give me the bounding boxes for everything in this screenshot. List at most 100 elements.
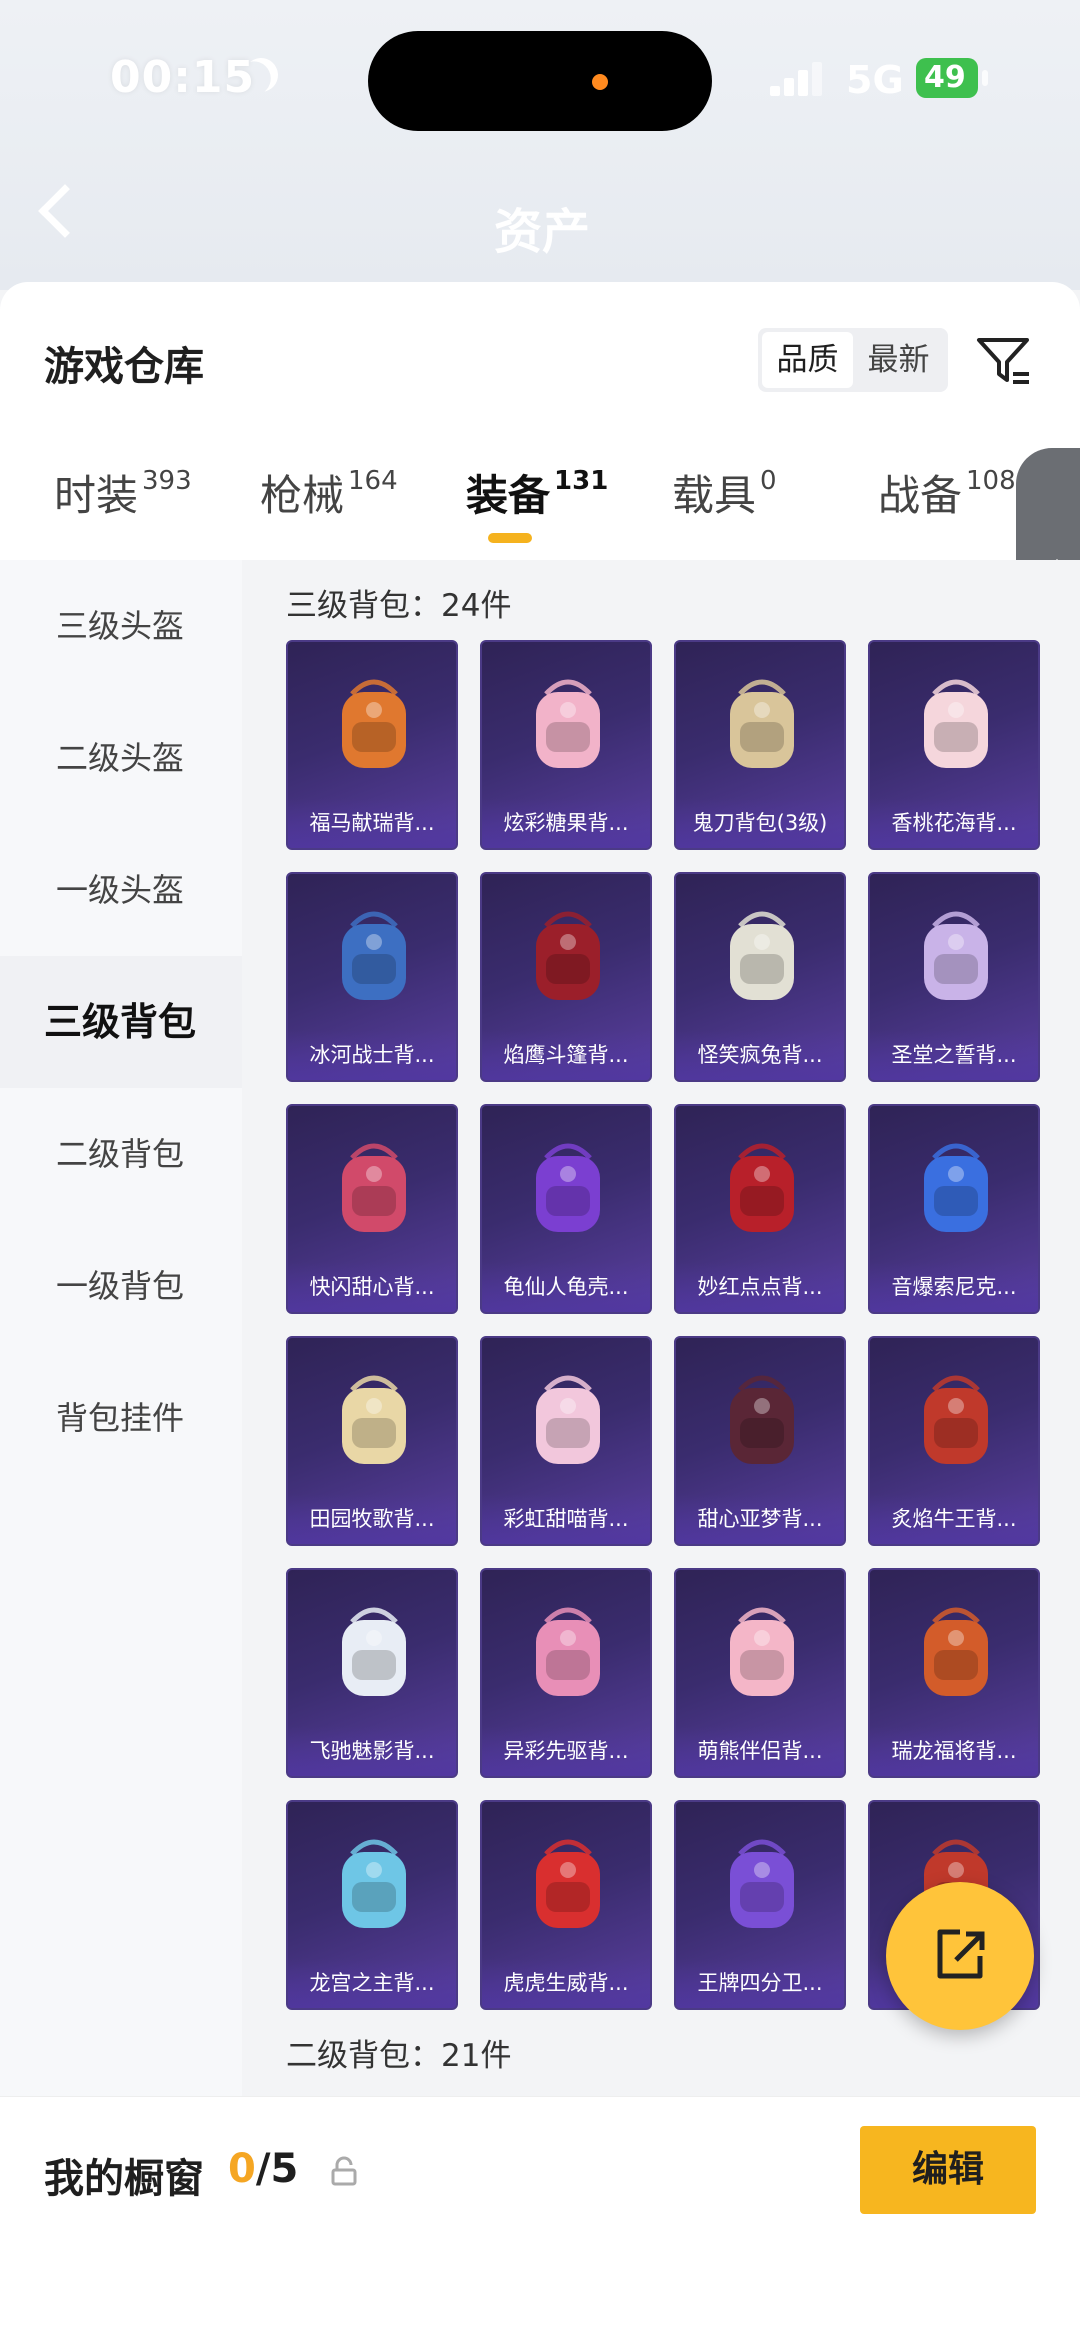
tab-guns[interactable]: 枪械 164 bbox=[260, 462, 398, 523]
showcase-label: 我的橱窗 bbox=[44, 2156, 204, 2202]
item-name: 鬼刀背包(3级) bbox=[676, 798, 844, 848]
donut-backpack-icon bbox=[536, 679, 600, 768]
item-card[interactable]: 圣堂之誓背... bbox=[868, 872, 1040, 1082]
item-card[interactable]: 彩虹甜喵背... bbox=[480, 1336, 652, 1546]
bull-king-backpack-icon bbox=[924, 1375, 988, 1464]
dream-backpack-icon bbox=[730, 1375, 794, 1464]
battery-icon: 49 bbox=[916, 58, 978, 98]
item-card[interactable]: 炫彩糖果背... bbox=[480, 640, 652, 850]
item-card[interactable]: 鬼刀背包(3级) bbox=[674, 640, 846, 850]
section-title-backpack-lv2: 二级背包：21件 bbox=[286, 2038, 512, 2074]
subnav-item-backpack-lv1[interactable]: 一级背包 bbox=[0, 1220, 242, 1352]
tab-fashion[interactable]: 时装 393 bbox=[54, 462, 192, 523]
item-name: 瑞龙福将背... bbox=[870, 1726, 1038, 1776]
item-name: 异彩先驱背... bbox=[482, 1726, 650, 1776]
item-card[interactable]: 音爆索尼克... bbox=[868, 1104, 1040, 1314]
network-label: 5G bbox=[846, 58, 904, 102]
subnav-item-helmet-lv2[interactable]: 二级头盔 bbox=[0, 692, 242, 824]
status-time: 00:15 bbox=[110, 52, 256, 103]
subnav-item-backpack-lv2[interactable]: 二级背包 bbox=[0, 1088, 242, 1220]
subnav-item-helmet-lv3[interactable]: 三级头盔 bbox=[0, 560, 242, 692]
edit-button[interactable]: 编辑 bbox=[860, 2126, 1036, 2214]
item-name: 福马献瑞背... bbox=[288, 798, 456, 848]
pioneer-backpack-icon bbox=[536, 1607, 600, 1696]
phantom-backpack-icon bbox=[342, 1607, 406, 1696]
basket-backpack-icon bbox=[342, 1375, 406, 1464]
bear-backpack-icon bbox=[730, 1607, 794, 1696]
lock-icon bbox=[331, 2156, 357, 2186]
item-name: 快闪甜心背... bbox=[288, 1262, 456, 1312]
red-dot-backpack-icon bbox=[730, 1143, 794, 1232]
sonic-backpack-icon bbox=[924, 1143, 988, 1232]
item-name: 虎虎生威背... bbox=[482, 1958, 650, 2008]
nav-title: 资产 bbox=[494, 204, 591, 260]
tab-vehicles[interactable]: 载具 0 bbox=[672, 462, 777, 523]
item-name: 彩虹甜喵背... bbox=[482, 1494, 650, 1544]
item-card[interactable]: 王牌四分卫... bbox=[674, 1800, 846, 2010]
item-name: 冰河战士背... bbox=[288, 1030, 456, 1080]
item-name: 妙红点点背... bbox=[676, 1262, 844, 1312]
tab-supplies[interactable]: 战备 108 bbox=[878, 462, 1016, 523]
item-card[interactable]: 甜心亚梦背... bbox=[674, 1336, 846, 1546]
subcategory-sidebar: 三级头盔 二级头盔 一级头盔 三级背包 二级背包 一级背包 背包挂件 bbox=[0, 560, 242, 2110]
item-card[interactable]: 怪笑疯兔背... bbox=[674, 872, 846, 1082]
item-name: 音爆索尼克... bbox=[870, 1262, 1038, 1312]
subnav-item-backpack-charm[interactable]: 背包挂件 bbox=[0, 1352, 242, 1484]
sweetheart-backpack-icon bbox=[342, 1143, 406, 1232]
page-title: 游戏仓库 bbox=[44, 344, 204, 390]
sort-quality-button[interactable]: 品质 bbox=[762, 332, 853, 388]
filter-icon[interactable] bbox=[973, 330, 1033, 390]
item-name: 龙宫之主背... bbox=[288, 1958, 456, 2008]
item-name: 王牌四分卫... bbox=[676, 1958, 844, 2008]
blade-backpack-icon bbox=[730, 679, 794, 768]
item-card[interactable]: 快闪甜心背... bbox=[286, 1104, 458, 1314]
item-card[interactable]: 萌熊伴侣背... bbox=[674, 1568, 846, 1778]
item-name: 田园牧歌背... bbox=[288, 1494, 456, 1544]
item-name: 炫彩糖果背... bbox=[482, 798, 650, 848]
dragon-palace-backpack-icon bbox=[342, 1839, 406, 1928]
category-tabs: 时装 393 枪械 164 装备 131 载具 0 战备 108 bbox=[0, 462, 1080, 542]
item-name: 焰鹰斗篷背... bbox=[482, 1030, 650, 1080]
sort-toggle: 品质 最新 bbox=[758, 328, 948, 392]
item-card[interactable]: 冰河战士背... bbox=[286, 872, 458, 1082]
item-card[interactable]: 香桃花海背... bbox=[868, 640, 1040, 850]
turtle-shell-backpack-icon bbox=[536, 1143, 600, 1232]
share-icon bbox=[937, 1929, 985, 1979]
item-card[interactable]: 炙焰牛王背... bbox=[868, 1336, 1040, 1546]
active-tab-indicator bbox=[488, 533, 532, 543]
tiger-backpack-icon bbox=[536, 1839, 600, 1928]
item-card[interactable]: 妙红点点背... bbox=[674, 1104, 846, 1314]
temple-backpack-icon bbox=[924, 911, 988, 1000]
cat-backpack-icon bbox=[536, 1375, 600, 1464]
share-button[interactable] bbox=[886, 1882, 1034, 2030]
section-title-backpack-lv3: 三级背包：24件 bbox=[286, 588, 512, 624]
showcase-count: 0/5 bbox=[228, 2146, 299, 2192]
item-card[interactable]: 异彩先驱背... bbox=[480, 1568, 652, 1778]
item-name: 怪笑疯兔背... bbox=[676, 1030, 844, 1080]
item-name: 炙焰牛王背... bbox=[870, 1494, 1038, 1544]
subnav-item-backpack-lv3[interactable]: 三级背包 bbox=[0, 956, 242, 1088]
item-card[interactable]: 田园牧歌背... bbox=[286, 1336, 458, 1546]
battery-tip bbox=[982, 70, 988, 86]
crazy-rabbit-backpack-icon bbox=[730, 911, 794, 1000]
item-name: 香桃花海背... bbox=[870, 798, 1038, 848]
peach-backpack-icon bbox=[924, 679, 988, 768]
quarterback-backpack-icon bbox=[730, 1839, 794, 1928]
warrior-backpack-icon bbox=[342, 911, 406, 1000]
item-name: 飞驰魅影背... bbox=[288, 1726, 456, 1776]
item-name: 萌熊伴侣背... bbox=[676, 1726, 844, 1776]
tab-equipment[interactable]: 装备 131 bbox=[466, 462, 608, 523]
dynamic-island bbox=[368, 31, 712, 131]
item-card[interactable]: 龟仙人龟壳... bbox=[480, 1104, 652, 1314]
item-card[interactable]: 瑞龙福将背... bbox=[868, 1568, 1040, 1778]
subnav-item-helmet-lv1[interactable]: 一级头盔 bbox=[0, 824, 242, 956]
item-card[interactable]: 飞驰魅影背... bbox=[286, 1568, 458, 1778]
sort-latest-button[interactable]: 最新 bbox=[853, 332, 944, 388]
item-card[interactable]: 福马献瑞背... bbox=[286, 640, 458, 850]
rabbit-backpack-icon bbox=[342, 679, 406, 768]
item-grid-area: 三级背包：24件 福马献瑞背... 炫彩糖果背... 鬼刀背包(3级) 香桃花海背..… bbox=[242, 560, 1080, 2110]
item-name: 龟仙人龟壳... bbox=[482, 1262, 650, 1312]
item-card[interactable]: 焰鹰斗篷背... bbox=[480, 872, 652, 1082]
item-card[interactable]: 虎虎生威背... bbox=[480, 1800, 652, 2010]
item-card[interactable]: 龙宫之主背... bbox=[286, 1800, 458, 2010]
